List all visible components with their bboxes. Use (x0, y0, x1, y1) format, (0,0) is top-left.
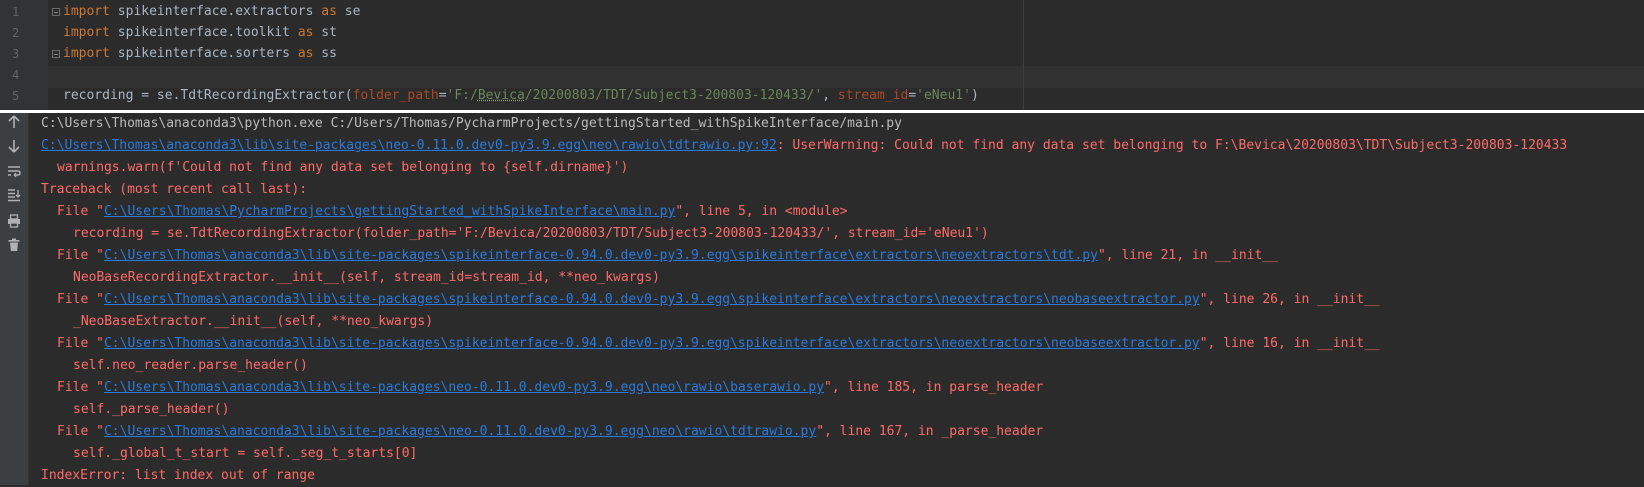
keyword-token: import (63, 46, 110, 61)
param-token: folder_path (352, 88, 439, 103)
frame-prefix: File " (57, 380, 104, 395)
module-token: spikeinterface.extractors (109, 4, 322, 19)
file-link[interactable]: C:\Users\Thomas\anaconda3\lib\site-packa… (41, 138, 777, 153)
keyword-token: as (297, 46, 314, 61)
line-number: 5 (12, 89, 20, 103)
traceback-code: self.neo_reader.parse_header() (73, 358, 308, 373)
string-token: 'eNeu1' (916, 88, 971, 103)
call-token: recording = se.TdtRecordingExtractor( (63, 88, 353, 103)
keyword-token: import (63, 4, 110, 19)
operator-token: = (908, 88, 917, 103)
file-link[interactable]: C:\Users\Thomas\anaconda3\lib\site-packa… (104, 336, 1200, 351)
module-token: spikeinterface.toolkit (109, 25, 298, 40)
line-number: 4 (12, 68, 20, 82)
traceback-frame: File "C:\Users\Thomas\PycharmProjects\ge… (41, 201, 1641, 223)
frame-location: ", line 16, in __init__ (1199, 336, 1380, 351)
frame-prefix: File " (57, 336, 104, 351)
traceback-code: recording = se.TdtRecordingExtractor(fol… (73, 226, 989, 241)
trash-icon[interactable] (5, 236, 23, 254)
line-number: 1 (12, 5, 20, 19)
code-line[interactable]: recording = se.TdtRecordingExtractor(fol… (63, 85, 979, 107)
code-line[interactable]: import spikeinterface.sorters as ss (63, 43, 337, 65)
alias-token: ss (313, 46, 337, 61)
traceback-frame: File "C:\Users\Thomas\anaconda3\lib\site… (41, 245, 1641, 267)
alias-token: st (313, 25, 337, 40)
line-number-gutter: 1 2 3 4 5 (0, 0, 48, 110)
string-token: 'F:/ (446, 88, 478, 103)
file-link[interactable]: C:\Users\Thomas\anaconda3\lib\site-packa… (104, 248, 1098, 263)
run-tool-window: C:\Users\Thomas\anaconda3\python.exe C:/… (0, 113, 1644, 485)
code-editor[interactable]: 1 2 3 4 5 import spikeinterface.extracto… (0, 0, 1644, 110)
string-token: /20200803/TDT/Subject3-200803-120433/' (524, 88, 823, 103)
line-number: 2 (12, 26, 20, 40)
file-link[interactable]: C:\Users\Thomas\anaconda3\lib\site-packa… (104, 424, 816, 439)
print-icon[interactable] (5, 212, 23, 230)
traceback-code: _NeoBaseExtractor.__init__(self, **neo_k… (73, 314, 434, 329)
command-line: C:\Users\Thomas\anaconda3\python.exe C:/… (41, 116, 902, 131)
traceback-header: Traceback (most recent call last): (41, 182, 308, 197)
file-link[interactable]: C:\Users\Thomas\PycharmProjects\gettingS… (104, 204, 675, 219)
string-token-typo: Bevica (477, 88, 525, 103)
warning-message: : UserWarning: Could not find any data s… (776, 138, 1568, 153)
code-line[interactable]: import spikeinterface.extractors as se (63, 1, 360, 23)
frame-location: ", line 185, in parse_header (824, 380, 1044, 395)
keyword-token: import (63, 25, 110, 40)
frame-prefix: File " (57, 424, 104, 439)
fold-start-icon[interactable] (52, 8, 60, 16)
module-token: spikeinterface.sorters (109, 46, 298, 61)
warning-code-line: warnings.warn(f'Could not find any data … (57, 160, 629, 175)
frame-prefix: File " (57, 292, 104, 307)
traceback-code: self._parse_header() (73, 402, 230, 417)
file-link[interactable]: C:\Users\Thomas\anaconda3\lib\site-packa… (104, 292, 1200, 307)
soft-wrap-icon[interactable] (5, 162, 23, 180)
run-toolbar (0, 113, 29, 485)
frame-location: ", line 5, in <module> (675, 204, 848, 219)
alias-token: se (336, 4, 361, 19)
arrow-down-icon[interactable] (5, 137, 23, 155)
traceback-frame: File "C:\Users\Thomas\anaconda3\lib\site… (41, 377, 1641, 399)
warning-line: C:\Users\Thomas\anaconda3\lib\site-packa… (41, 135, 1641, 157)
traceback-frame: File "C:\Users\Thomas\anaconda3\lib\site… (41, 289, 1641, 311)
scroll-to-end-icon[interactable] (5, 186, 23, 204)
arrow-up-icon[interactable] (5, 113, 23, 131)
paren-token: ) (970, 88, 979, 103)
traceback-code: self._global_t_start = self._seg_t_start… (73, 446, 418, 461)
frame-prefix: File " (57, 248, 104, 263)
traceback-frame: File "C:\Users\Thomas\anaconda3\lib\site… (41, 421, 1641, 443)
right-margin-guide (1023, 0, 1024, 110)
operator-token: = (438, 88, 447, 103)
error-line: IndexError: list index out of range (41, 468, 315, 483)
traceback-code: NeoBaseRecordingExtractor.__init__(self,… (73, 270, 660, 285)
keyword-token: as (297, 25, 314, 40)
comma-token: , (822, 88, 838, 103)
fold-end-icon[interactable] (52, 50, 60, 58)
frame-prefix: File " (57, 204, 104, 219)
code-line[interactable]: import spikeinterface.toolkit as st (63, 22, 337, 44)
console-output[interactable]: C:\Users\Thomas\anaconda3\python.exe C:/… (41, 113, 1641, 487)
frame-location: ", line 167, in _parse_header (816, 424, 1044, 439)
file-link[interactable]: C:\Users\Thomas\anaconda3\lib\site-packa… (104, 380, 824, 395)
keyword-token: as (321, 4, 337, 19)
frame-location: ", line 21, in __init__ (1097, 248, 1278, 263)
param-token: stream_id (837, 88, 909, 103)
frame-location: ", line 26, in __init__ (1199, 292, 1380, 307)
traceback-frame: File "C:\Users\Thomas\anaconda3\lib\site… (41, 333, 1641, 355)
line-number: 3 (12, 47, 20, 61)
